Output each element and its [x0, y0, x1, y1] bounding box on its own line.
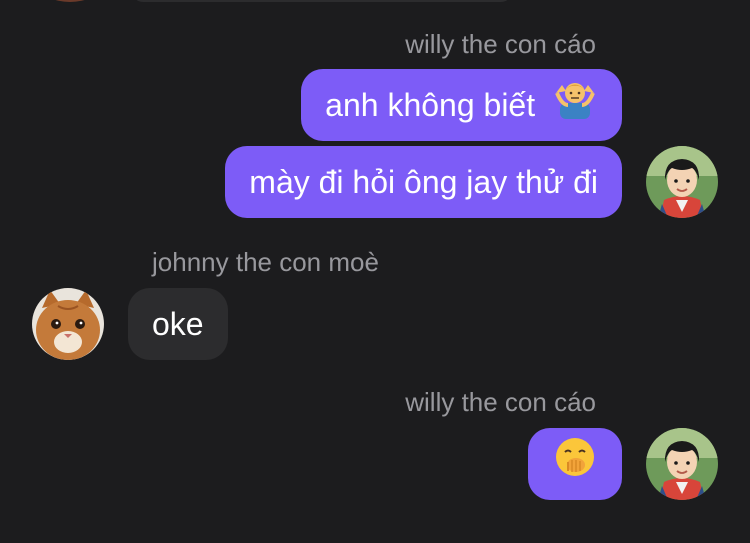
- message-bubble[interactable]: mày đi hỏi ông jay thử đi: [225, 146, 622, 218]
- person-shrugging-icon: [552, 72, 598, 144]
- avatar-willy[interactable]: [646, 146, 718, 218]
- message-bubble[interactable]: anh không biết: [301, 69, 622, 141]
- sender-name: willy the con cáo: [405, 29, 596, 59]
- face-with-hand-over-mouth-icon: [554, 431, 596, 503]
- sender-name: johnny the con moè: [152, 247, 379, 277]
- chat-thread: willy the con cáo anh không biết mày đi …: [0, 0, 750, 543]
- message-text: anh không biết: [325, 87, 536, 123]
- message-text: oke: [152, 306, 204, 342]
- sender-name: willy the con cáo: [405, 387, 596, 417]
- message-bubble[interactable]: oke: [128, 288, 228, 360]
- avatar-johnny[interactable]: [32, 288, 104, 360]
- message-bubble[interactable]: [528, 428, 622, 500]
- previous-avatar[interactable]: [40, 0, 100, 2]
- message-text: mày đi hỏi ông jay thử đi: [249, 164, 598, 200]
- avatar-willy[interactable]: [646, 428, 718, 500]
- previous-message-bubble[interactable]: [132, 0, 512, 2]
